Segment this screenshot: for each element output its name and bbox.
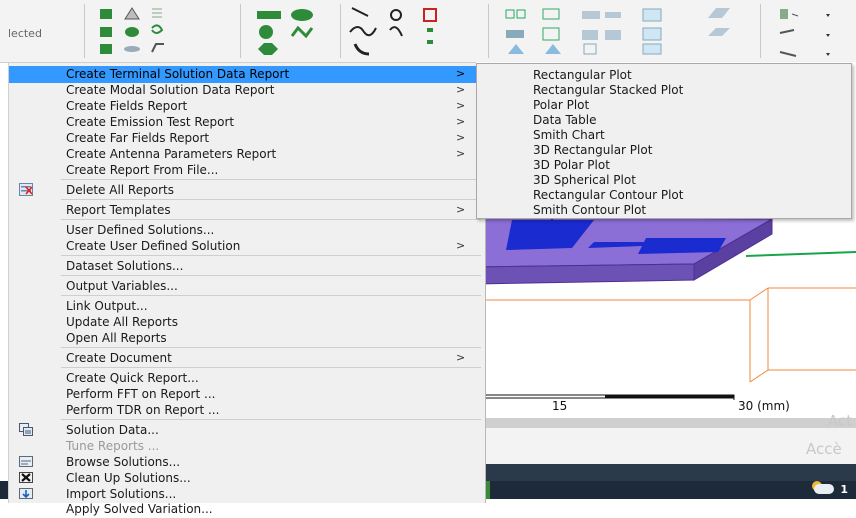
menu-item-link-output[interactable]: Link Output... (9, 298, 485, 315)
menu-item-create-fields-report[interactable]: Create Fields Report > (9, 98, 485, 115)
menu-item-create-report-from-file[interactable]: Create Report From File... (9, 162, 485, 179)
submenu-terminal-solution-data-report: Rectangular Plot Rectangular Stacked Plo… (476, 63, 852, 219)
submenu-item-smith-contour-plot[interactable]: Smith Contour Plot (533, 203, 646, 217)
submenu-item-polar-plot[interactable]: Polar Plot (533, 98, 589, 112)
menu-separator (61, 295, 481, 296)
submenu-item-3d-rectangular-plot[interactable]: 3D Rectangular Plot (533, 143, 652, 157)
menu-item-browse-solutions[interactable]: Browse Solutions... (9, 454, 485, 471)
box-icon[interactable] (100, 9, 112, 54)
solution-data-icon (19, 423, 33, 436)
submenu-arrow-icon: > (456, 67, 466, 80)
menu-separator (61, 255, 481, 256)
context-menu: Create Terminal Solution Data Report > Cr… (8, 63, 486, 516)
menu-separator (61, 367, 481, 368)
submenu-arrow-icon: > (456, 203, 466, 216)
circle-icon[interactable] (290, 9, 314, 39)
split-icon[interactable] (542, 8, 561, 54)
import-icon (19, 488, 33, 499)
menu-item-clean-up-solutions[interactable]: Clean Up Solutions... (9, 470, 485, 487)
submenu-item-3d-polar-plot[interactable]: 3D Polar Plot (533, 158, 610, 172)
scale-label-30mm: 30 (mm) (738, 399, 790, 413)
menu-item-report-templates[interactable]: Report Templates > (9, 202, 485, 219)
menu-item-create-document[interactable]: Create Document > (9, 350, 485, 367)
submenu-arrow-icon: > (456, 83, 466, 96)
menu-item-create-antenna-parameters-report[interactable]: Create Antenna Parameters Report > (9, 146, 485, 163)
submenu-arrow-icon: > (456, 131, 466, 144)
submenu-item-data-table[interactable]: Data Table (533, 113, 597, 127)
scale-label-15: 15 (552, 399, 568, 413)
menu-item-create-far-fields-report[interactable]: Create Far Fields Report > (9, 130, 485, 147)
menu-item-create-emission-test-report[interactable]: Create Emission Test Report > (9, 114, 485, 131)
menu-item-delete-all-reports[interactable]: Delete All Reports (9, 182, 485, 199)
menu-item-create-terminal-solution-data-report[interactable]: Create Terminal Solution Data Report > (9, 66, 485, 83)
weather-cloud-icon[interactable] (814, 484, 834, 494)
helix-icon[interactable] (151, 8, 164, 53)
menu-separator (61, 219, 481, 220)
face-icon[interactable] (708, 8, 730, 36)
menu-item-perform-fft-on-report[interactable]: Perform FFT on Report ... (9, 386, 485, 403)
menu-item-user-defined-solutions[interactable]: User Defined Solutions... (9, 222, 485, 239)
browse-solutions-icon (19, 456, 33, 467)
submenu-item-rectangular-stacked-plot[interactable]: Rectangular Stacked Plot (533, 83, 683, 97)
menu-item-open-all-reports[interactable]: Open All Reports (9, 330, 485, 347)
submenu-arrow-icon: > (456, 115, 466, 128)
submenu-arrow-icon: > (456, 147, 466, 160)
menu-item-tune-reports[interactable]: Tune Reports ... (9, 438, 485, 455)
menu-item-output-variables[interactable]: Output Variables... (9, 278, 485, 295)
menu-separator (61, 179, 481, 180)
menu-item-solution-data[interactable]: Solution Data... (9, 422, 485, 439)
menu-item-apply-solved-variation[interactable]: Apply Solved Variation... (9, 501, 485, 518)
menu-separator (61, 347, 481, 348)
menu-item-create-quick-report[interactable]: Create Quick Report... (9, 370, 485, 387)
menu-item-create-modal-solution-data-report[interactable]: Create Modal Solution Data Report > (9, 82, 485, 99)
region-icon[interactable] (642, 8, 662, 55)
gear-icon[interactable] (423, 8, 437, 44)
sweep-icon[interactable] (582, 11, 621, 55)
cone-icon[interactable] (124, 7, 140, 52)
dropdown-arrows[interactable] (826, 14, 830, 56)
submenu-item-rectangular-contour-plot[interactable]: Rectangular Contour Plot (533, 188, 683, 202)
menu-item-perform-tdr-on-report[interactable]: Perform TDR on Report ... (9, 402, 485, 419)
menu-item-dataset-solutions[interactable]: Dataset Solutions... (9, 258, 485, 275)
submenu-arrow-icon: > (456, 99, 466, 112)
menu-separator (61, 419, 481, 420)
taskbar-clock[interactable]: 1 (840, 483, 848, 496)
toolbar-icons (100, 7, 830, 57)
watermark-line-1: Act (828, 412, 853, 430)
menu-item-update-all-reports[interactable]: Update All Reports (9, 314, 485, 331)
menu-separator (61, 199, 481, 200)
submenu-item-3d-spherical-plot[interactable]: 3D Spherical Plot (533, 173, 636, 187)
menu-separator (61, 275, 481, 276)
watermark-line-2: Accè (806, 440, 842, 458)
delete-reports-icon (19, 183, 33, 196)
line-icon[interactable] (349, 7, 403, 56)
submenu-item-smith-chart[interactable]: Smith Chart (533, 128, 605, 142)
submenu-arrow-icon: > (456, 351, 466, 364)
clean-up-icon (19, 472, 33, 483)
unite-icon[interactable] (505, 9, 526, 54)
submenu-item-rectangular-plot[interactable]: Rectangular Plot (533, 68, 632, 82)
coordinate-system-icon[interactable] (779, 9, 799, 57)
rectangle-icon[interactable] (257, 11, 281, 55)
menu-item-create-user-defined-solution[interactable]: Create User Defined Solution > (9, 238, 485, 255)
toolbar: lected (0, 0, 856, 63)
submenu-arrow-icon: > (456, 239, 466, 252)
